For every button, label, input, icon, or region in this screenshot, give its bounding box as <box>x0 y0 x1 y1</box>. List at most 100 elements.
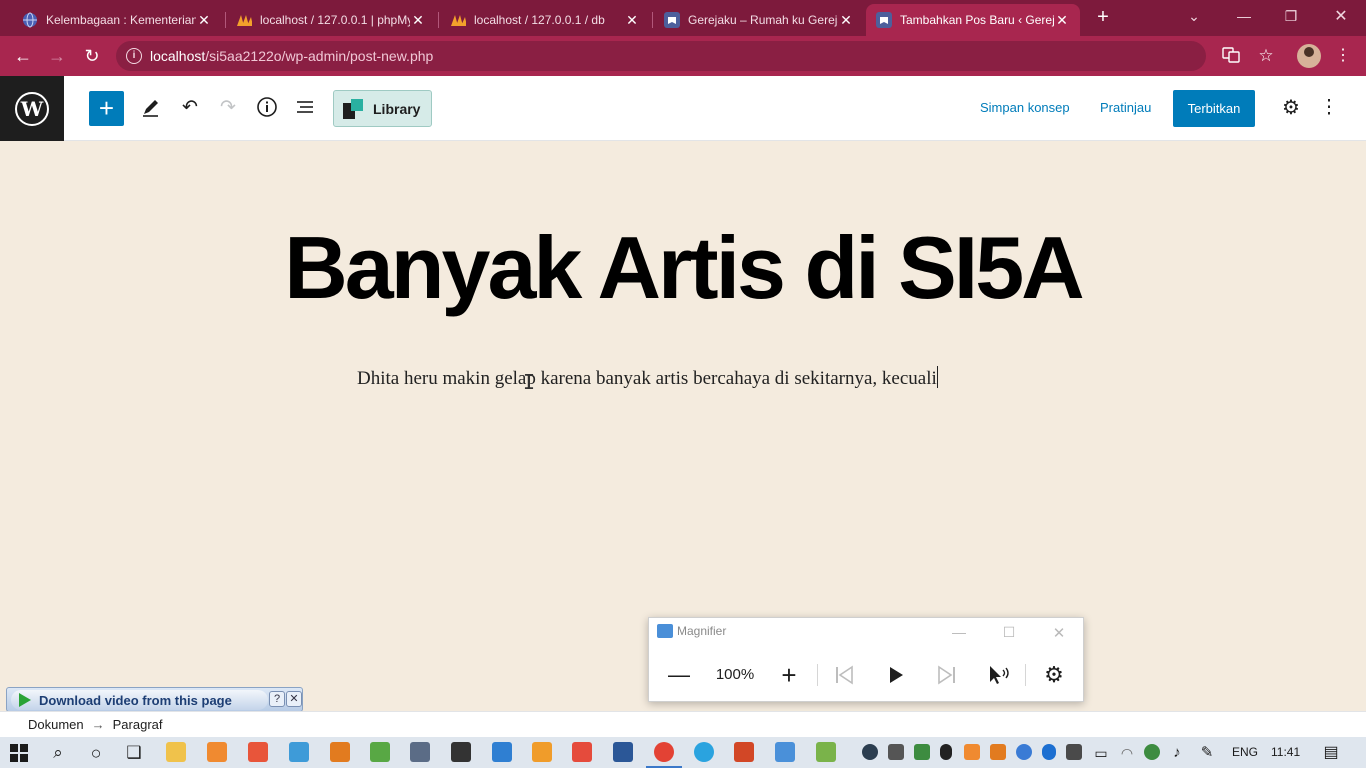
reload-icon[interactable]: ↻ <box>80 44 104 68</box>
library-button[interactable]: Library <box>333 90 432 127</box>
bookmark-star-icon[interactable]: ☆ <box>1256 46 1276 66</box>
redo-icon[interactable]: ↷ <box>216 96 240 120</box>
close-icon[interactable]: ✕ <box>624 12 640 29</box>
tray-icon[interactable] <box>862 744 878 760</box>
previous-icon[interactable] <box>827 658 861 692</box>
language-indicator[interactable]: ENG <box>1232 745 1258 759</box>
close-icon[interactable]: ✕ <box>196 12 212 29</box>
app-icon[interactable] <box>289 742 309 762</box>
close-icon[interactable]: ✕ <box>838 12 854 29</box>
settings-gear-icon[interactable]: ⚙ <box>1279 96 1303 120</box>
back-icon[interactable]: ← <box>11 44 35 68</box>
translate-icon[interactable] <box>1221 46 1241 66</box>
app-icon[interactable] <box>775 742 795 762</box>
browser-toolbar: ← → ↻ i localhost/si5aa2122o/wp-admin/po… <box>0 36 1366 76</box>
search-icon[interactable]: ⌕ <box>47 742 69 764</box>
next-icon[interactable] <box>930 658 964 692</box>
windows-start-icon[interactable] <box>10 744 28 762</box>
more-options-icon[interactable]: ⋮ <box>1317 96 1341 120</box>
profile-avatar[interactable] <box>1297 44 1321 68</box>
notifications-icon[interactable]: ▤ <box>1320 742 1342 764</box>
post-title[interactable]: Banyak Artis di SI5A <box>0 218 1366 318</box>
bluetooth-icon[interactable] <box>1042 744 1056 760</box>
close-icon[interactable]: ✕ <box>410 12 426 29</box>
xampp-icon[interactable] <box>207 742 227 762</box>
tray-icon[interactable] <box>914 744 930 760</box>
edit-tools-icon[interactable] <box>139 96 163 120</box>
new-tab-button[interactable]: + <box>1092 6 1114 28</box>
breadcrumb-item-paragraph[interactable]: Paragraf <box>113 717 163 732</box>
close-window-icon[interactable]: ✕ <box>1318 0 1364 32</box>
publish-button[interactable]: Terbitkan <box>1173 90 1255 127</box>
volume-icon[interactable]: ♪ <box>1166 742 1188 764</box>
browser-tab-active[interactable]: Tambahkan Pos Baru ‹ Gerejaku ✕ <box>866 4 1080 36</box>
word-icon[interactable] <box>613 742 633 762</box>
close-icon[interactable]: ✕ <box>1047 624 1071 642</box>
microphone-icon[interactable] <box>940 744 952 760</box>
paragraph-text: Dhita heru makin gelap karena banyak art… <box>357 368 937 389</box>
app-icon[interactable] <box>451 742 471 762</box>
app-icon[interactable] <box>572 742 592 762</box>
add-block-button[interactable]: + <box>89 91 124 126</box>
close-button[interactable]: ✕ <box>286 691 302 707</box>
tray-icon[interactable] <box>1016 744 1032 760</box>
play-icon[interactable] <box>879 658 913 692</box>
security-shield-icon[interactable] <box>1066 744 1082 760</box>
app-icon[interactable] <box>492 742 512 762</box>
file-explorer-icon[interactable] <box>166 742 186 762</box>
paragraph-block[interactable]: Dhita heru makin gelap karena banyak art… <box>357 366 938 390</box>
minimize-icon[interactable]: — <box>1221 0 1267 32</box>
pen-icon[interactable]: ✎ <box>1196 742 1218 764</box>
zoom-level: 100% <box>715 666 755 683</box>
app-icon[interactable] <box>410 742 430 762</box>
read-from-pointer-icon[interactable] <box>982 658 1016 692</box>
help-button[interactable]: ? <box>269 691 285 707</box>
library-label: Library <box>373 100 421 117</box>
tab-search-icon[interactable]: ⌄ <box>1171 0 1217 32</box>
browser-tab-title: Tambahkan Pos Baru ‹ Gerejaku <box>900 13 1054 27</box>
wifi-icon[interactable]: ◠ <box>1116 742 1138 764</box>
browser-tab[interactable]: localhost / 127.0.0.1 / db ✕ <box>440 4 650 36</box>
download-video-button[interactable]: Download video from this page <box>11 690 268 710</box>
app-icon[interactable] <box>816 742 836 762</box>
app-icon[interactable] <box>248 742 268 762</box>
forward-icon[interactable]: → <box>45 44 69 68</box>
browser-tab[interactable]: localhost / 127.0.0.1 | phpMyAdmin ✕ <box>226 4 436 36</box>
restore-icon[interactable]: ❐ <box>1268 0 1314 32</box>
address-bar[interactable]: i localhost/si5aa2122o/wp-admin/post-new… <box>116 41 1206 71</box>
search-tool-icon[interactable] <box>330 742 350 762</box>
undo-icon[interactable]: ↶ <box>178 96 202 120</box>
save-draft-button[interactable]: Simpan konsep <box>980 100 1070 115</box>
browser-tab-title: Kelembagaan : Kementerian <box>46 13 196 27</box>
tray-icon[interactable] <box>990 744 1006 760</box>
browser-tab[interactable]: Kelembagaan : Kementerian ✕ <box>12 4 222 36</box>
info-icon[interactable] <box>255 96 279 120</box>
breadcrumb-item-document[interactable]: Dokumen <box>28 717 84 732</box>
powerpoint-icon[interactable] <box>734 742 754 762</box>
tray-icon[interactable] <box>888 744 904 760</box>
maximize-icon[interactable]: ☐ <box>997 624 1021 641</box>
list-view-icon[interactable] <box>293 96 317 120</box>
clock[interactable]: 11:41 <box>1271 745 1300 759</box>
breadcrumb: Dokumen → Paragraf <box>28 717 163 732</box>
site-info-icon[interactable]: i <box>126 48 142 64</box>
xampp-icon[interactable] <box>964 744 980 760</box>
network-icon[interactable] <box>1144 744 1160 760</box>
wordpress-logo[interactable]: W <box>0 76 64 141</box>
browser-tab[interactable]: Gerejaku – Rumah ku Gereja ✕ <box>654 4 864 36</box>
chrome-icon[interactable] <box>654 742 674 762</box>
browser-menu-icon[interactable]: ⋮ <box>1333 46 1353 66</box>
minimize-icon[interactable]: — <box>947 624 971 640</box>
zoom-out-button[interactable]: — <box>662 658 696 692</box>
zoom-in-button[interactable]: + <box>772 658 806 692</box>
task-view-icon[interactable]: ❑ <box>123 742 145 764</box>
settings-gear-icon[interactable]: ⚙ <box>1037 658 1071 692</box>
battery-icon[interactable]: ▭ <box>1090 742 1112 764</box>
preview-button[interactable]: Pratinjau <box>1100 100 1151 115</box>
app-icon[interactable] <box>370 742 390 762</box>
close-icon[interactable]: ✕ <box>1054 12 1070 29</box>
cortana-icon[interactable]: ○ <box>85 742 107 764</box>
telegram-icon[interactable] <box>694 742 714 762</box>
browser-tab-title: localhost / 127.0.0.1 / db <box>474 13 605 27</box>
sublime-text-icon[interactable] <box>532 742 552 762</box>
